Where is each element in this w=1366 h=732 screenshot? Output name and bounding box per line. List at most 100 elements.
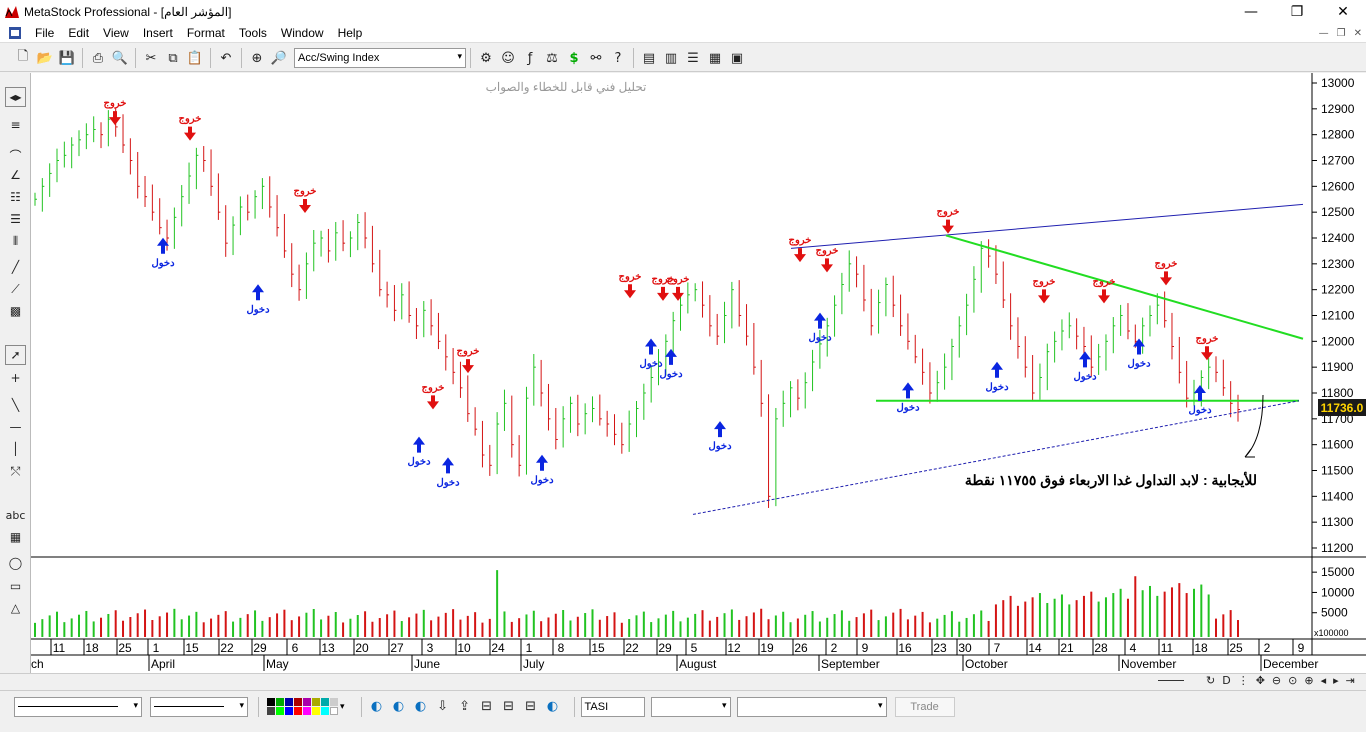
tile-horizontal-icon[interactable]: ☰ [682,47,704,69]
period-select[interactable]: ▾ [650,696,731,717]
trade-button[interactable]: Trade [894,696,955,717]
fibonacci-icon[interactable]: ☷ [5,187,26,207]
exit-label: خروج [179,114,202,125]
crosshair-icon[interactable]: ⊕ [246,47,268,69]
exit-label: خروج [816,245,839,256]
horizontal-line-icon[interactable]: — [5,417,26,437]
undo-icon[interactable]: ↶ [215,47,237,69]
bar-next-icon[interactable]: ▸ [1333,674,1339,687]
date-tick-label: 9 [862,641,869,655]
mdi-close-button[interactable]: ✕ [1354,28,1362,39]
copy-icon[interactable]: ⧉ [162,47,184,69]
explorer-icon[interactable]: ⚙ [475,47,497,69]
system-tester-icon[interactable]: ⚖ [541,47,563,69]
tile-grid-icon[interactable]: ▦ [704,47,726,69]
options-icon[interactable]: ⋮ [1238,674,1249,687]
print-icon[interactable]: ⎙ [87,47,109,69]
price-tick-label: 12900 [1321,102,1355,116]
mdi-minimize-button[interactable]: — [1319,28,1329,39]
chart-window[interactable]: خروج خروج خروج خروج خروج خروج خروج خروج خروج خروج… [31,73,1366,673]
bar-end-icon[interactable]: ⇥ [1346,674,1355,687]
binoculars-icon[interactable]: ⚯ [585,47,607,69]
export-icon[interactable]: ⇪ [454,696,476,718]
expert-advisor-icon[interactable]: ☺ [497,47,519,69]
move-icon[interactable]: ✥ [1256,674,1265,687]
minimize-button[interactable]: — [1228,0,1274,23]
pointer-icon[interactable]: ➚ [5,345,26,365]
menu-view[interactable]: View [96,23,136,43]
exit-label: خروج [1033,276,1056,287]
edge-icon[interactable]: ◐ [366,696,388,718]
help-pointer-icon[interactable]: ? [607,47,629,69]
indicator-lines-icon[interactable]: ≡ [5,115,26,135]
restore-button[interactable]: ❐ [1274,0,1320,23]
entry-label: دخول [1127,359,1151,370]
tile-vertical-icon[interactable]: ▥ [660,47,682,69]
chevron-down-icon[interactable]: ▾ [340,702,345,712]
import-icon[interactable]: ⇩ [432,696,454,718]
paste-icon[interactable]: 📋 [184,47,206,69]
zoom-slider-track[interactable] [1158,680,1184,681]
grid-tool-icon[interactable]: ▦ [5,527,26,547]
line-style-select[interactable]: ▾ [14,696,142,717]
edge-icon[interactable]: ◐ [388,696,410,718]
date-tick-label: 27 [390,641,404,655]
text-tool-icon[interactable]: abc [5,505,26,525]
date-tick-label: 15 [185,641,199,655]
edge-icon[interactable]: ◐ [542,696,564,718]
zoom-in-icon[interactable]: ⊕ [1304,674,1313,687]
entry-label: دخول [659,369,683,380]
menu-tools[interactable]: Tools [232,23,274,43]
arc-icon[interactable]: ⌒ [5,145,26,165]
vertical-line-icon[interactable]: │ [5,439,26,459]
entry-label: دخول [530,475,554,486]
zoom-icon[interactable]: 🔎 [268,47,290,69]
price-chart[interactable]: خروج خروج خروج خروج خروج خروج خروج خروج خروج خروج… [31,73,1366,673]
close-button[interactable]: ✕ [1320,0,1366,23]
dollar-icon[interactable]: $ [563,47,585,69]
crosshair-tool-icon[interactable]: + [5,368,26,388]
edge-icon[interactable]: ◐ [410,696,432,718]
document-icon[interactable] [8,26,22,40]
refresh-icon[interactable]: ↻ [1206,674,1215,687]
mdi-restore-button[interactable]: ❐ [1337,28,1346,39]
ellipse-tool-icon[interactable]: ◯ [5,553,26,573]
cycle-lines-icon[interactable]: ⦀ [5,231,26,251]
zoom-reset-icon[interactable]: ⊙ [1288,674,1297,687]
menu-format[interactable]: Format [180,23,232,43]
color-palette[interactable] [267,698,338,715]
triangle-tool-icon[interactable]: △ [5,598,26,618]
menu-file[interactable]: File [28,23,61,43]
gann-grid-icon[interactable]: ▩ [5,301,26,321]
line-weight-select[interactable]: ▾ [150,696,248,717]
account-select[interactable]: ▾ [736,696,887,717]
cut-icon[interactable]: ✂ [140,47,162,69]
trendline-icon[interactable]: ╱ [5,257,26,277]
period-d-icon[interactable]: D [1222,674,1230,687]
open-icon[interactable]: 📂 [34,47,56,69]
layout-a-icon[interactable]: ⊟ [476,696,498,718]
menu-window[interactable]: Window [274,23,331,43]
rectangle-tool-icon[interactable]: ▭ [5,576,26,596]
line-tool-icon[interactable]: ╲ [5,395,26,415]
fan-icon[interactable]: ∠ [5,165,26,185]
formula-icon[interactable]: ƒ [519,47,541,69]
cascade-icon[interactable]: ▤ [638,47,660,69]
save-icon[interactable]: 💾 [56,47,78,69]
retracement-icon[interactable]: ☰ [5,209,26,229]
scroll-chart-icon[interactable]: ◂▸ [5,87,26,107]
zoom-out-icon[interactable]: ⊖ [1272,674,1281,687]
layout-b-icon[interactable]: ⊟ [498,696,520,718]
symbol-input[interactable]: TASI [580,696,645,717]
menu-edit[interactable]: Edit [61,23,96,43]
menu-help[interactable]: Help [331,23,370,43]
indicator-select[interactable]: Acc/Swing Index ▾ [294,48,466,68]
layout-c-icon[interactable]: ⊟ [520,696,542,718]
bar-prev-icon[interactable]: ◂ [1321,674,1327,687]
speed-lines-icon[interactable]: ⟋ [5,279,26,299]
new-icon[interactable]: 🗋 [12,47,34,69]
arrow-tool-icon[interactable]: ⤲ [5,461,26,481]
print-preview-icon[interactable]: 🔍 [109,47,131,69]
layout-icon[interactable]: ▣ [726,47,748,69]
menu-insert[interactable]: Insert [136,23,180,43]
